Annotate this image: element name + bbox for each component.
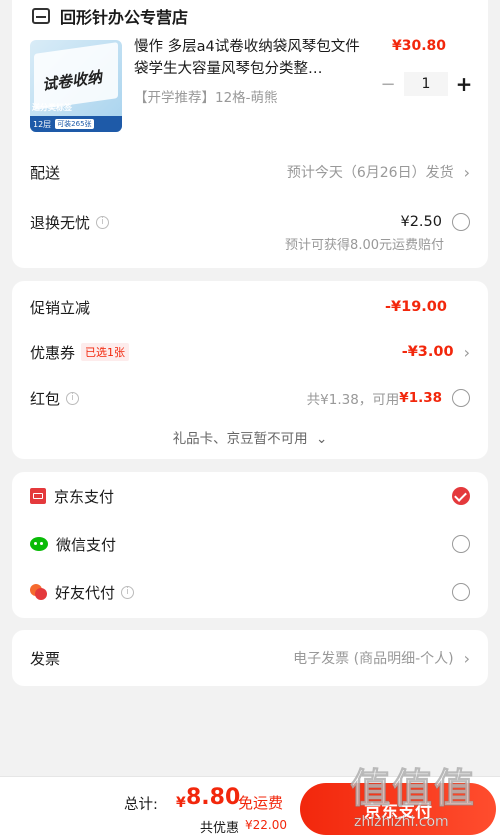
discount-label: 共优惠 — [200, 821, 240, 836]
friend-pay-icon — [30, 584, 47, 600]
discount-amount: ¥22.00 — [245, 818, 287, 832]
product-price: ¥30.80 — [391, 38, 446, 54]
promo-label: 促销立减 — [30, 298, 91, 317]
invoice-card[interactable]: 发票 电子发票 (商品明细-个人) › — [12, 630, 488, 686]
promo-value: -¥19.00 — [385, 299, 447, 315]
delivery-value: 预计今天（6月26日）发货 — [286, 165, 454, 181]
redpacket-total: 共¥1.38，可用 — [306, 392, 400, 408]
returns-row[interactable]: 退换无忧 i ¥2.50 — [12, 210, 488, 234]
returns-note: 预计可获得8.00元运费赔付 — [285, 238, 444, 253]
payment-radio-selected[interactable] — [452, 487, 470, 505]
redpacket-label: 红包 — [30, 389, 61, 408]
redpacket-row[interactable]: 红包 i 共¥1.38，可用 ¥1.38 — [12, 386, 488, 410]
store-name[interactable]: 回形针办公专营店 — [60, 4, 188, 28]
payment-radio[interactable] — [452, 583, 470, 601]
increase-button[interactable]: + — [454, 72, 474, 96]
redpacket-available: ¥1.38 — [399, 390, 442, 406]
discount-card: 促销立减 -¥19.00 优惠券 已选1张 -¥3.00 › 红包 i 共¥1.… — [12, 281, 488, 459]
product-title[interactable]: 慢作 多层a4试卷收纳袋风琴包文件袋学生大容量风琴包分类整… — [134, 36, 366, 80]
chevron-right-icon: › — [463, 648, 470, 668]
jd-pay-icon — [30, 488, 46, 504]
coupon-label: 优惠券 — [30, 343, 76, 362]
returns-price: ¥2.50 — [400, 214, 442, 230]
unavailable-note[interactable]: 礼品卡、京豆暂不可用 ⌄ — [12, 427, 488, 447]
invoice-value: 电子发票 (商品明细-个人) — [293, 651, 454, 667]
total-label: 总计: — [124, 797, 158, 813]
chevron-right-icon: › — [463, 342, 470, 362]
product-image-badge: 12层 — [33, 119, 52, 129]
returns-radio[interactable] — [452, 213, 470, 231]
product-image-subtitle: 送分类标签 — [32, 103, 72, 112]
chevron-down-icon: ⌄ — [315, 431, 328, 447]
checkout-bar: 总计: ¥ 8.80 免运费 共优惠 ¥22.00 京东支付 — [0, 776, 500, 840]
quantity-value[interactable]: 1 — [404, 72, 448, 96]
payment-label: 好友代付 — [55, 583, 116, 602]
currency-symbol: ¥ — [176, 795, 186, 811]
delivery-label: 配送 — [30, 163, 61, 182]
product-image[interactable]: 试卷收纳 送分类标签 12层 可装265张 — [30, 40, 122, 132]
total-amount: 8.80 — [186, 785, 241, 810]
payment-card: 京东支付 微信支付 好友代付 i — [12, 472, 488, 618]
product-image-badge: 可装265张 — [55, 119, 94, 129]
info-icon[interactable]: i — [96, 215, 110, 229]
wechat-icon — [30, 537, 48, 551]
returns-label: 退换无忧 — [30, 213, 91, 232]
payment-option[interactable]: 京东支付 — [12, 484, 488, 508]
invoice-row[interactable]: 发票 电子发票 (商品明细-个人) › — [12, 646, 488, 670]
pay-button-label: 京东支付 — [364, 801, 432, 822]
redpacket-radio[interactable] — [452, 389, 470, 407]
payment-label: 京东支付 — [54, 487, 115, 506]
coupon-badge: 已选1张 — [81, 343, 130, 361]
coupon-value: -¥3.00 — [401, 344, 454, 360]
product-card: 回形针办公专营店 试卷收纳 送分类标签 12层 可装265张 慢作 多层a4试卷… — [12, 0, 488, 268]
promo-row: 促销立减 -¥19.00 — [12, 295, 488, 319]
coupon-row[interactable]: 优惠券 已选1张 -¥3.00 › — [12, 340, 488, 364]
payment-label: 微信支付 — [56, 535, 117, 554]
info-icon[interactable]: i — [121, 585, 135, 599]
product-tag: 【开学推荐】12格-萌熊 — [134, 90, 278, 106]
delivery-row[interactable]: 配送 预计今天（6月26日）发货 › — [12, 160, 488, 184]
quantity-stepper: − 1 + — [378, 72, 474, 96]
invoice-label: 发票 — [30, 649, 61, 668]
payment-option[interactable]: 好友代付 i — [12, 580, 488, 604]
payment-option[interactable]: 微信支付 — [12, 532, 488, 556]
payment-radio[interactable] — [452, 535, 470, 553]
pay-button[interactable]: 京东支付 — [300, 783, 496, 835]
chevron-right-icon: › — [463, 162, 470, 182]
info-icon[interactable]: i — [66, 391, 80, 405]
decrease-button[interactable]: − — [378, 74, 398, 95]
unavailable-text: 礼品卡、京豆暂不可用 — [172, 431, 308, 447]
shipping-note: 免运费 — [238, 794, 284, 812]
store-icon — [32, 8, 50, 24]
